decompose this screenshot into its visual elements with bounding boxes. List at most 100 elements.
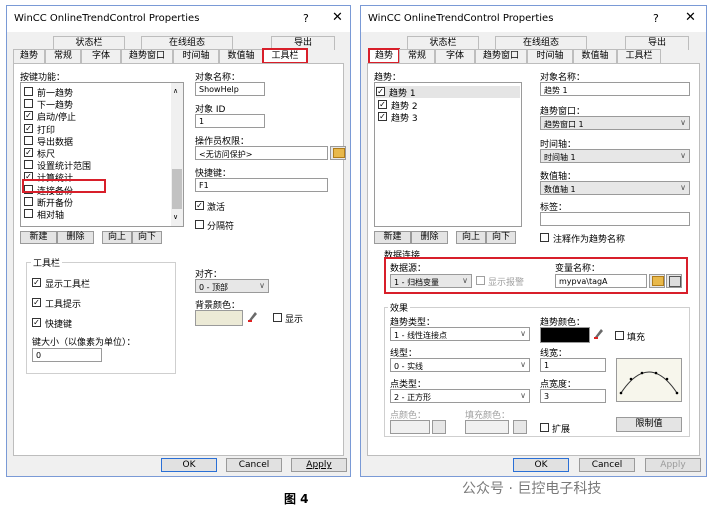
fill-color-picker-icon[interactable] [513,420,527,434]
help-button[interactable]: ? [303,12,309,25]
show-toolbar-checkbox[interactable]: ✓ [32,278,41,287]
tab-toolbar[interactable]: 工具栏 [262,48,308,64]
scrollbar[interactable]: ∧ ∨ [171,83,183,226]
move-up-button[interactable]: 向上 [102,231,132,244]
tag-config-button[interactable] [666,274,682,288]
tab-time-axis[interactable]: 时间轴 [527,49,573,63]
list-item-checkbox[interactable] [24,196,33,206]
tab-time-axis[interactable]: 时间轴 [173,49,219,63]
trend-preview-curve [619,371,679,395]
line-width-input[interactable]: 1 [540,358,606,372]
tab-toolbar[interactable]: 工具栏 [617,49,661,63]
key-function-list[interactable]: 前一趋势 下一趋势 ✓ 启动/停止 ✓ 打印 导出数据 ✓ 标尺 设置统计范围 ✓ 计算统计 连接备份断… [20,82,184,227]
color-picker-icon[interactable] [247,310,259,322]
scroll-thumb[interactable] [172,169,182,209]
cancel-button[interactable]: Cancel [226,458,282,472]
toolbar-tips-checkbox[interactable]: ✓ [32,298,41,307]
value-axis-select[interactable]: 数值轴 1 ∨ [540,181,690,195]
list-item-checkbox[interactable]: ✓ [24,148,33,157]
point-type-select[interactable]: 2 - 正方形 ∨ [390,389,530,403]
object-id-input[interactable]: 1 [195,114,265,128]
comment-as-name-checkbox[interactable] [540,233,549,242]
list-item-checkbox[interactable] [24,87,33,96]
new-button[interactable]: 新建 [374,231,411,244]
tab-general[interactable]: 常规 [45,49,81,63]
trend-type-select[interactable]: 1 - 线性连接点 ∨ [390,327,530,341]
tab-online-config[interactable]: 在线组态 [495,36,587,50]
variable-name-input[interactable]: mypva\tagA [555,274,647,288]
move-down-button[interactable]: 向下 [486,231,516,244]
limit-values-button[interactable]: 限制值 [616,417,682,432]
extend-checkbox[interactable] [540,423,549,432]
help-button[interactable]: ? [653,12,659,25]
tab-export[interactable]: 导出 [271,36,335,50]
time-axis-select[interactable]: 时间轴 1 ∨ [540,149,690,163]
point-color-swatch [390,420,430,434]
align-select[interactable]: 0 - 顶部 ∨ [195,279,269,293]
browse-variable-button[interactable] [649,274,665,288]
data-source-select[interactable]: 1 - 归档变量 ∨ [390,274,472,288]
delete-button[interactable]: 删除 [411,231,448,244]
tab-value-axis[interactable]: 数值轴 [573,49,617,63]
apply-button[interactable]: Apply [645,458,701,472]
line-type-select[interactable]: 0 - 实线 ∨ [390,358,530,372]
tag-input[interactable] [540,212,690,226]
scroll-up-icon[interactable]: ∧ [173,87,178,95]
delete-button[interactable]: 删除 [57,231,94,244]
trend-list[interactable]: ✓ 趋势 1 ✓ 趋势 2 ✓ 趋势 3 [374,82,522,227]
list-item-checkbox[interactable]: ✓ [376,87,385,96]
dialog-title: WinCC OnlineTrendControl Properties [14,13,200,24]
ok-button[interactable]: OK [161,458,217,472]
chevron-down-icon: ∨ [259,281,265,290]
object-name-input[interactable]: ShowHelp [195,82,265,96]
tab-online-config[interactable]: 在线组态 [141,36,233,50]
tab-trends[interactable]: 趋势 [368,48,400,64]
move-down-button[interactable]: 向下 [132,231,162,244]
shortcut-keys-checkbox[interactable]: ✓ [32,318,41,327]
list-item-checkbox[interactable] [24,160,33,170]
list-item[interactable]: ✓ 趋势 1 [376,86,520,99]
operator-permission-input[interactable]: <无访问保护> [195,146,328,160]
move-up-button[interactable]: 向上 [456,231,486,244]
point-width-input[interactable]: 3 [540,389,606,403]
tab-trend-window[interactable]: 趋势窗口 [121,49,173,63]
activate-checkbox[interactable]: ✓ [195,201,204,210]
trend-window-select[interactable]: 趋势窗口 1 ∨ [540,116,690,130]
tab-value-axis[interactable]: 数值轴 [219,49,263,63]
fill-checkbox[interactable] [615,331,624,340]
show-alarm-checkbox[interactable] [476,276,485,285]
tab-status-bar[interactable]: 状态栏 [407,36,479,50]
tab-export[interactable]: 导出 [625,36,689,50]
hotkey-input[interactable]: F1 [195,178,328,192]
point-color-picker-icon[interactable] [432,420,446,434]
close-button[interactable]: ✕ [332,10,343,25]
list-item-checkbox[interactable]: ✓ [378,99,387,109]
cancel-button[interactable]: Cancel [579,458,635,472]
tab-general[interactable]: 常规 [399,49,435,63]
show-bg-checkbox[interactable] [273,313,282,322]
list-item-checkbox[interactable] [24,135,33,145]
browse-permission-button[interactable] [330,146,346,160]
tab-trend-window[interactable]: 趋势窗口 [475,49,527,63]
separator-checkbox[interactable] [195,220,204,229]
tab-trends[interactable]: 趋势 [13,49,45,63]
tab-status-bar[interactable]: 状态栏 [53,36,125,50]
scroll-down-icon[interactable]: ∨ [173,213,178,221]
key-size-input[interactable]: 0 [32,348,102,362]
time-axis-value: 时间轴 1 [544,153,576,162]
list-item-checkbox[interactable]: ✓ [378,112,387,121]
shortcut-keys-label: 快捷键 [45,320,73,330]
close-button[interactable]: ✕ [685,10,696,25]
list-item-checkbox[interactable]: ✓ [24,123,33,133]
tab-font[interactable]: 字体 [81,49,121,63]
list-item-checkbox[interactable] [24,99,33,109]
tab-row-top: 状态栏 在线组态 导出 [367,36,700,50]
apply-button[interactable]: Apply [291,458,347,472]
object-name-input[interactable]: 趋势 1 [540,82,690,96]
ok-button[interactable]: OK [513,458,569,472]
new-button[interactable]: 新建 [20,231,57,244]
list-item-checkbox[interactable] [24,209,33,218]
color-picker-icon[interactable] [593,327,605,339]
list-item-checkbox[interactable]: ✓ [24,111,33,121]
tab-font[interactable]: 字体 [435,49,475,63]
